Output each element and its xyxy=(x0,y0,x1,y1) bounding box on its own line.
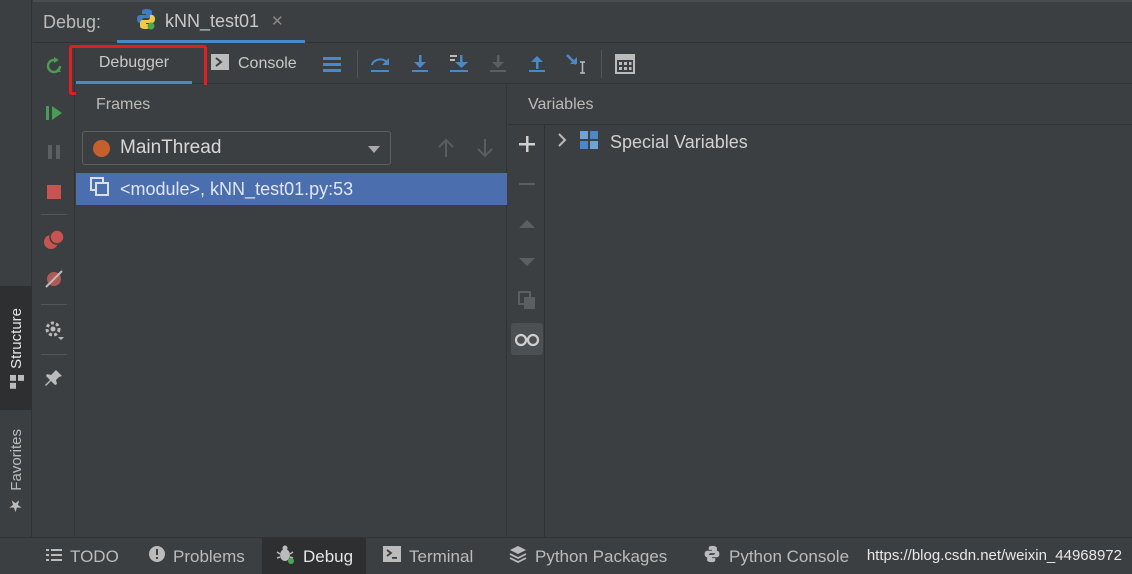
frame-list-item[interactable]: <module>, kNN_test01.py:53 xyxy=(76,173,507,205)
debugger-tab-strip: Debugger Console xyxy=(76,44,1132,84)
remove-watch-icon[interactable] xyxy=(514,171,540,197)
settings-icon[interactable] xyxy=(42,318,66,342)
python-icon xyxy=(703,545,721,568)
tool-debug[interactable]: Debug xyxy=(262,538,367,574)
tool-problems[interactable]: Problems xyxy=(149,538,245,574)
pause-icon[interactable] xyxy=(42,140,66,164)
toolbar-separator xyxy=(41,354,67,355)
frame-label: <module>, kNN_test01.py:53 xyxy=(120,178,354,199)
thread-status-icon xyxy=(93,139,110,157)
debug-header: Debug: kNN_test01 ✕ xyxy=(33,0,1132,43)
structure-tab[interactable]: Structure xyxy=(0,286,32,410)
favorites-tab[interactable]: ★ Favorites xyxy=(0,420,32,524)
arrow-up-icon[interactable] xyxy=(435,137,457,159)
frames-title: Frames xyxy=(96,96,151,113)
copy-icon[interactable] xyxy=(514,287,540,313)
view-breakpoints-icon[interactable] xyxy=(42,228,66,252)
thread-name: MainThread xyxy=(120,137,222,158)
info-icon xyxy=(149,546,165,567)
move-up-icon[interactable] xyxy=(514,211,540,237)
variables-toolbar xyxy=(508,125,545,537)
tool-python-packages[interactable]: Python Packages xyxy=(509,538,667,574)
step-out-icon[interactable] xyxy=(525,52,549,76)
debug-side-toolbar xyxy=(33,44,75,537)
tool-python-packages-label: Python Packages xyxy=(535,546,668,566)
variables-group-icon xyxy=(580,130,598,154)
tool-terminal[interactable]: Terminal xyxy=(383,538,473,574)
layout-menu-icon[interactable] xyxy=(320,52,344,76)
add-watch-icon[interactable] xyxy=(514,131,540,157)
run-config-tab[interactable]: kNN_test01 ✕ xyxy=(117,2,305,43)
terminal-icon xyxy=(383,546,401,567)
evaluate-expression-icon[interactable] xyxy=(613,52,637,76)
close-icon[interactable]: ✕ xyxy=(271,12,284,30)
toolbar-separator xyxy=(41,214,67,215)
tool-debug-label: Debug xyxy=(303,546,354,566)
star-icon: ★ xyxy=(7,496,25,516)
variables-header: Variables xyxy=(508,85,1132,125)
frame-icon xyxy=(90,176,110,202)
run-to-cursor-icon[interactable] xyxy=(564,52,588,76)
pin-icon[interactable] xyxy=(42,366,66,390)
thread-dropdown[interactable]: MainThread xyxy=(82,131,391,165)
tool-problems-label: Problems xyxy=(173,546,245,566)
run-tab-title: kNN_test01 xyxy=(165,10,260,31)
step-over-icon[interactable] xyxy=(368,52,392,76)
stop-icon[interactable] xyxy=(42,180,66,204)
layers-icon xyxy=(509,545,527,568)
structure-icon xyxy=(8,374,25,389)
tool-todo[interactable]: TODO xyxy=(46,538,119,574)
chevron-right-icon[interactable] xyxy=(556,132,568,153)
arrow-down-icon[interactable] xyxy=(474,137,496,159)
debug-label: Debug: xyxy=(43,12,102,32)
watermark-url: https://blog.csdn.net/weixin_44968972 xyxy=(866,547,1122,564)
tool-python-console-label: Python Console xyxy=(729,546,850,566)
toolbar-separator xyxy=(41,304,67,305)
toolbar-separator xyxy=(601,50,602,78)
python-icon xyxy=(135,8,157,35)
tree-node-special-variables[interactable]: Special Variables xyxy=(556,128,748,156)
rerun-icon[interactable] xyxy=(42,54,66,78)
bottom-tool-bar: TODO Problems Debug Terminal Python Pack… xyxy=(0,537,1132,574)
glasses-icon[interactable] xyxy=(511,323,543,355)
resume-icon[interactable] xyxy=(42,101,66,125)
structure-tab-label: Structure xyxy=(7,307,25,369)
variables-tree: Special Variables xyxy=(546,126,1132,537)
toolbar-separator xyxy=(357,50,358,78)
left-tool-stripe: Structure ★ Favorites xyxy=(0,0,32,537)
step-into-icon[interactable] xyxy=(408,52,432,76)
chevron-down-icon xyxy=(368,146,380,153)
tab-console-label: Console xyxy=(238,55,297,72)
tab-console[interactable]: Console xyxy=(210,44,297,84)
frames-panel: Frames MainThread <module>, kNN_test01.p… xyxy=(76,85,507,537)
step-into-my-code-icon[interactable] xyxy=(447,52,471,76)
tool-python-console[interactable]: Python Console xyxy=(703,538,849,574)
special-variables-label: Special Variables xyxy=(610,131,748,152)
variables-title: Variables xyxy=(528,96,594,113)
force-step-into-icon[interactable] xyxy=(486,52,510,76)
move-down-icon[interactable] xyxy=(514,249,540,275)
bug-icon xyxy=(275,544,295,569)
tool-todo-label: TODO xyxy=(70,546,119,566)
favorites-tab-label: Favorites xyxy=(7,428,25,491)
list-icon xyxy=(46,547,62,567)
tool-terminal-label: Terminal xyxy=(409,546,474,566)
console-icon xyxy=(210,53,230,76)
mute-breakpoints-icon[interactable] xyxy=(42,267,66,291)
